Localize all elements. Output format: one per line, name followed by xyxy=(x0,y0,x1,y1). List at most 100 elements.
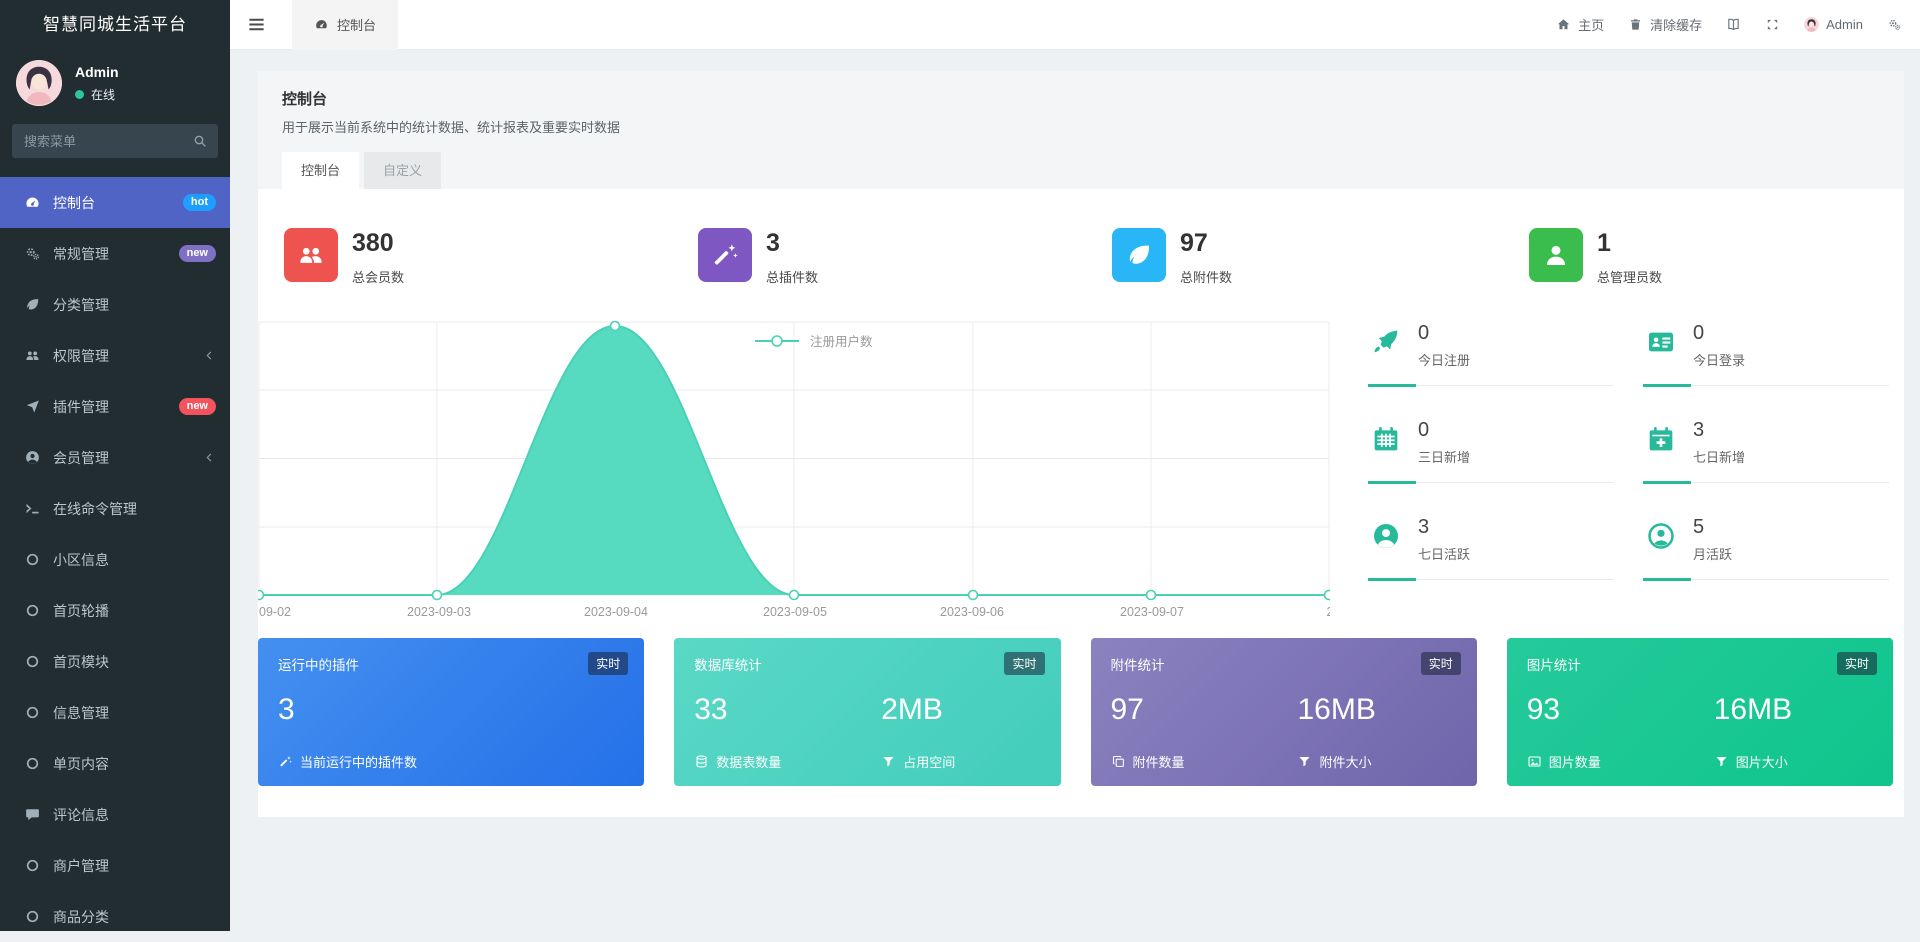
stat-total-members: 380总会员数 xyxy=(284,228,404,286)
search-icon[interactable] xyxy=(192,133,208,149)
cogs-icon xyxy=(24,245,41,262)
menu-toggle-button[interactable] xyxy=(230,0,282,50)
sidebar-item-community[interactable]: 小区信息 xyxy=(0,534,230,585)
language-icon xyxy=(1726,17,1741,32)
sidebar-item-addon[interactable]: 插件管理 new xyxy=(0,381,230,432)
card-title: 数据库统计 xyxy=(694,658,762,673)
sidebar-item-page[interactable]: 单页内容 xyxy=(0,738,230,789)
gauge-icon xyxy=(314,17,329,32)
svg-text:2023-09-07: 2023-09-07 xyxy=(1120,605,1184,619)
sidebar-item-module[interactable]: 首页模块 xyxy=(0,636,230,687)
mini-stat-label: 七日新增 xyxy=(1693,447,1889,466)
mini-stat-label: 三日新增 xyxy=(1418,447,1613,466)
svg-text:2023-09-04: 2023-09-04 xyxy=(584,605,648,619)
user-circle-icon xyxy=(24,449,41,466)
stat-value: 97 xyxy=(1180,228,1232,258)
mini-stat-value: 0 xyxy=(1418,419,1613,441)
card-attachments: 附件统计实时 9716MB 附件数量 附件大小 xyxy=(1091,638,1477,786)
page-subtitle: 用于展示当前系统中的统计数据、统计报表及重要实时数据 xyxy=(282,117,1880,136)
menu-search xyxy=(12,124,218,158)
menu-icon xyxy=(247,15,266,34)
online-dot-icon xyxy=(75,90,84,99)
realtime-cards: 运行中的插件实时 3 当前运行中的插件数 数据库统计实时 332MB 数据表数量… xyxy=(258,638,1893,786)
filter-icon xyxy=(881,754,896,769)
sidebar-item-auth[interactable]: 权限管理 xyxy=(0,330,230,381)
sidebar-item-label: 单页内容 xyxy=(53,754,109,774)
user-menu-label: Admin xyxy=(1826,17,1863,32)
new-badge: new xyxy=(179,398,216,415)
panel-tabs: 控制台 自定义 xyxy=(282,152,1880,189)
mini-stat-today-login: 0今日登录 xyxy=(1643,322,1889,386)
card-label: 附件数量 xyxy=(1133,752,1185,771)
sidebar-item-goods-category[interactable]: 商品分类 xyxy=(0,891,230,942)
sidebar-item-banner[interactable]: 首页轮播 xyxy=(0,585,230,636)
mini-stat-7day-active: 3七日活跃 xyxy=(1368,516,1613,580)
mini-stat-7day-new: 3七日新增 xyxy=(1643,419,1889,483)
calendar-icon xyxy=(1370,423,1402,455)
card-label-2: 图片大小 xyxy=(1736,752,1788,771)
user-panel: Admin 在线 xyxy=(0,50,230,116)
card-label: 图片数量 xyxy=(1549,752,1601,771)
settings-button[interactable] xyxy=(1887,17,1902,32)
sidebar-item-comment[interactable]: 评论信息 xyxy=(0,789,230,840)
x-axis-labels: 09-02 2023-09-03 2023-09-04 2023-09-05 2… xyxy=(259,605,1330,619)
mini-stat-value: 0 xyxy=(1693,322,1889,344)
svg-text:2023-09-06: 2023-09-06 xyxy=(940,605,1004,619)
home-icon xyxy=(1556,17,1571,32)
trash-icon xyxy=(1628,17,1643,32)
home-button[interactable]: 主页 xyxy=(1556,15,1604,34)
mini-stat-label: 今日注册 xyxy=(1418,350,1613,369)
realtime-badge: 实时 xyxy=(588,652,628,675)
sidebar-item-label: 会员管理 xyxy=(53,448,109,468)
chevron-left-icon xyxy=(203,349,216,362)
circle-icon xyxy=(24,755,41,772)
sidebar-item-general[interactable]: 常规管理 new xyxy=(0,228,230,279)
hot-badge: hot xyxy=(183,194,216,211)
mini-stat-value: 5 xyxy=(1693,516,1889,538)
card-value-2: 16MB xyxy=(1714,693,1792,727)
chart-legend[interactable]: 注册用户数 xyxy=(755,334,873,349)
circle-icon xyxy=(24,857,41,874)
topbar-tab-dashboard[interactable]: 控制台 xyxy=(292,0,398,50)
sidebar-item-merchant[interactable]: 商户管理 xyxy=(0,840,230,891)
sidebar-item-label: 商户管理 xyxy=(53,856,109,876)
svg-text:2023-09-05: 2023-09-05 xyxy=(763,605,827,619)
id-card-icon xyxy=(1645,326,1677,358)
panel-heading: 控制台 用于展示当前系统中的统计数据、统计报表及重要实时数据 控制台 自定义 xyxy=(258,71,1904,189)
sidebar-menu: 控制台 hot 常规管理 new 分类管理 权限管理 插件管理 new 会员管理 xyxy=(0,177,230,942)
stat-value: 1 xyxy=(1597,228,1662,258)
card-label-2: 占用空间 xyxy=(903,752,955,771)
rocket-icon xyxy=(1370,326,1402,358)
avatar xyxy=(16,60,62,106)
database-icon xyxy=(694,754,709,769)
clear-cache-button[interactable]: 清除缓存 xyxy=(1628,15,1702,34)
clear-cache-label: 清除缓存 xyxy=(1650,15,1702,34)
registrations-chart: 注册用户数 09-02 2023-09-03 2023-09-04 2023-0… xyxy=(258,320,1330,622)
sidebar-item-label: 信息管理 xyxy=(53,703,109,723)
sidebar-item-member[interactable]: 会员管理 xyxy=(0,432,230,483)
card-value: 3 xyxy=(278,693,295,726)
mini-stat-value: 3 xyxy=(1418,516,1613,538)
circle-icon xyxy=(24,551,41,568)
magic-wand-icon xyxy=(710,240,740,270)
sidebar-item-category[interactable]: 分类管理 xyxy=(0,279,230,330)
svg-text:2023-09-03: 2023-09-03 xyxy=(407,605,471,619)
home-label: 主页 xyxy=(1578,15,1604,34)
sidebar-item-command[interactable]: 在线命令管理 xyxy=(0,483,230,534)
fullscreen-button[interactable] xyxy=(1765,17,1780,32)
sidebar-item-info[interactable]: 信息管理 xyxy=(0,687,230,738)
stat-value: 380 xyxy=(352,228,404,258)
search-input[interactable] xyxy=(12,124,218,158)
new-badge: new xyxy=(179,245,216,262)
sidebar-item-dashboard[interactable]: 控制台 hot xyxy=(0,177,230,228)
sidebar-item-label: 首页轮播 xyxy=(53,601,109,621)
image-icon xyxy=(1527,754,1542,769)
language-button[interactable] xyxy=(1726,17,1741,32)
user-menu[interactable]: Admin xyxy=(1804,17,1863,32)
tab-dashboard[interactable]: 控制台 xyxy=(282,152,359,189)
card-label: 数据表数量 xyxy=(716,752,781,771)
tab-custom[interactable]: 自定义 xyxy=(364,152,441,189)
leaf-icon xyxy=(24,296,41,313)
app-logo[interactable]: 智慧同城生活平台 xyxy=(0,0,230,50)
circle-icon xyxy=(24,602,41,619)
